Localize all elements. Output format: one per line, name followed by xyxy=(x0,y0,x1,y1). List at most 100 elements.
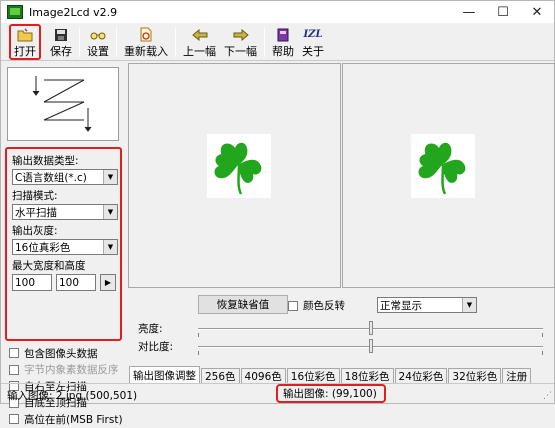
next-image-button[interactable]: 下一幅 xyxy=(220,25,261,59)
reload-button[interactable]: 重新载入 xyxy=(120,25,172,59)
chevron-down-icon: ▼ xyxy=(103,170,117,184)
open-folder-icon xyxy=(17,27,33,42)
checkbox-reverse-bytes: 字节内象素数据反序 xyxy=(9,362,124,379)
about-label: 关于 xyxy=(302,45,324,58)
about-button[interactable]: IZL 关于 xyxy=(298,25,328,59)
output-settings-group: 输出数据类型: C语言数组(*.c) ▼ 扫描模式: 水平扫描 ▼ 输出灰度: … xyxy=(5,147,122,341)
save-label: 保存 xyxy=(50,45,72,58)
slider-tick xyxy=(542,350,543,355)
arrow-left-icon xyxy=(191,27,208,42)
restore-defaults-button[interactable]: 恢复缺省值 xyxy=(198,295,288,314)
tab-register[interactable]: 注册 xyxy=(502,368,532,384)
slider-tick xyxy=(198,332,199,337)
minimize-button[interactable]: — xyxy=(452,1,486,23)
status-bar: 输入图像: 2.jpg (500,501) 输出图像: (99,100) ⋰ xyxy=(1,383,554,403)
help-button[interactable]: 帮助 xyxy=(268,25,298,59)
invert-color-label: 颜色反转 xyxy=(303,300,345,312)
left-panel: 输出数据类型: C语言数组(*.c) ▼ 扫描模式: 水平扫描 ▼ 输出灰度: … xyxy=(3,63,124,426)
checkbox-include-header[interactable]: 包含图像头数据 xyxy=(9,345,124,362)
brightness-slider[interactable] xyxy=(198,320,543,337)
max-size-label: 最大宽度和高度 xyxy=(12,260,86,272)
play-triangle-icon: ▶ xyxy=(104,278,112,287)
tab-output-adjust[interactable]: 输出图像调整 xyxy=(129,366,200,384)
checkbox xyxy=(9,364,19,375)
checkbox-label: 高位在前(MSB First) xyxy=(24,413,123,426)
tab-18bit-color[interactable]: 18位彩色 xyxy=(340,368,394,384)
tab-bar: 输出图像调整 256色 4096色 16位彩色 18位彩色 24位彩色 32位彩… xyxy=(129,366,532,384)
checkbox[interactable] xyxy=(9,414,19,425)
adjustment-area: 恢复缺省值 颜色反转 正常显示 ▼ 亮度: 对比度: 输出图像调整 256色 4… xyxy=(128,289,555,384)
toolbar-separator xyxy=(264,27,265,57)
max-size-row: 100 100 ▶ xyxy=(12,274,117,291)
invert-color-checkbox[interactable]: 颜色反转 xyxy=(288,298,345,313)
checkbox[interactable] xyxy=(288,300,298,311)
tab-4096-colors[interactable]: 4096色 xyxy=(240,368,286,384)
display-mode-select[interactable]: 正常显示 ▼ xyxy=(377,297,477,313)
floppy-disk-icon xyxy=(53,27,69,42)
brightness-label: 亮度: xyxy=(138,323,163,335)
gray-value: 16位真彩色 xyxy=(15,241,71,254)
tab-32bit-color[interactable]: 32位彩色 xyxy=(448,368,502,384)
settings-label: 设置 xyxy=(87,45,109,58)
slider-tick xyxy=(542,332,543,337)
next-image-label: 下一幅 xyxy=(224,45,257,58)
gray-label: 输出灰度: xyxy=(12,225,58,237)
scan-mode-value: 水平扫描 xyxy=(15,206,57,219)
output-type-select[interactable]: C语言数组(*.c) ▼ xyxy=(12,169,118,185)
apply-size-button[interactable]: ▶ xyxy=(100,274,116,291)
chevron-down-icon: ▼ xyxy=(103,205,117,219)
slider-tick xyxy=(198,350,199,355)
window-controls: — ☐ ✕ xyxy=(452,1,554,23)
display-mode-value: 正常显示 xyxy=(380,299,422,312)
window-title: Image2Lcd v2.9 xyxy=(29,5,118,19)
contrast-slider-thumb[interactable] xyxy=(369,338,373,353)
help-label: 帮助 xyxy=(272,45,294,58)
checkbox-label: 包含图像头数据 xyxy=(24,347,98,360)
toolbar-separator xyxy=(175,27,176,57)
contrast-slider[interactable] xyxy=(198,338,543,355)
tab-24bit-color[interactable]: 24位彩色 xyxy=(394,368,448,384)
checkbox[interactable] xyxy=(9,348,19,359)
toolbar-separator xyxy=(79,27,80,57)
output-type-value: C语言数组(*.c) xyxy=(15,171,87,184)
output-type-label: 输出数据类型: xyxy=(12,155,79,167)
tab-256-colors[interactable]: 256色 xyxy=(201,368,240,384)
reload-document-icon xyxy=(138,27,154,42)
max-width-input[interactable]: 100 xyxy=(12,274,52,291)
maximize-button[interactable]: ☐ xyxy=(486,1,520,23)
contrast-label: 对比度: xyxy=(138,341,174,353)
checkbox-label: 字节内象素数据反序 xyxy=(24,364,119,377)
checkbox-msb-first[interactable]: 高位在前(MSB First) xyxy=(9,411,124,428)
max-height-input[interactable]: 100 xyxy=(56,274,96,291)
about-logo-text: IZL xyxy=(303,29,323,40)
input-image-panel xyxy=(128,63,341,288)
chevron-down-icon: ▼ xyxy=(462,298,476,312)
glasses-icon xyxy=(90,27,106,42)
input-image-status: 输入图像: 2.jpg (500,501) xyxy=(7,390,138,402)
resize-grip-icon[interactable]: ⋰ xyxy=(543,391,552,401)
contrast-row: 对比度: xyxy=(138,338,543,355)
output-image-status: 输出图像: (99,100) xyxy=(276,384,386,403)
clover-icon xyxy=(214,142,262,195)
help-book-icon xyxy=(275,27,291,42)
app-icon xyxy=(7,5,23,19)
brightness-slider-thumb[interactable] xyxy=(369,320,373,335)
close-button[interactable]: ✕ xyxy=(520,1,554,23)
about-logo-icon: IZL xyxy=(303,27,323,42)
app-window: Image2Lcd v2.9 — ☐ ✕ 打开 保存 设置 重新载入 上一幅 下… xyxy=(0,0,555,426)
scan-mode-select[interactable]: 水平扫描 ▼ xyxy=(12,204,118,220)
tab-16bit-color[interactable]: 16位彩色 xyxy=(286,368,340,384)
scan-mode-preview xyxy=(7,67,119,141)
open-button[interactable]: 打开 xyxy=(9,24,41,60)
scan-direction-icon xyxy=(32,76,92,132)
toolbar-separator xyxy=(116,27,117,57)
output-image-panel xyxy=(342,63,555,288)
save-button[interactable]: 保存 xyxy=(46,25,76,59)
chevron-down-icon: ▼ xyxy=(103,240,117,254)
gray-select[interactable]: 16位真彩色 ▼ xyxy=(12,239,118,255)
open-label: 打开 xyxy=(14,45,36,58)
reload-label: 重新载入 xyxy=(124,45,168,58)
settings-button[interactable]: 设置 xyxy=(83,25,113,59)
prev-image-button[interactable]: 上一幅 xyxy=(179,25,220,59)
brightness-row: 亮度: xyxy=(138,320,543,337)
